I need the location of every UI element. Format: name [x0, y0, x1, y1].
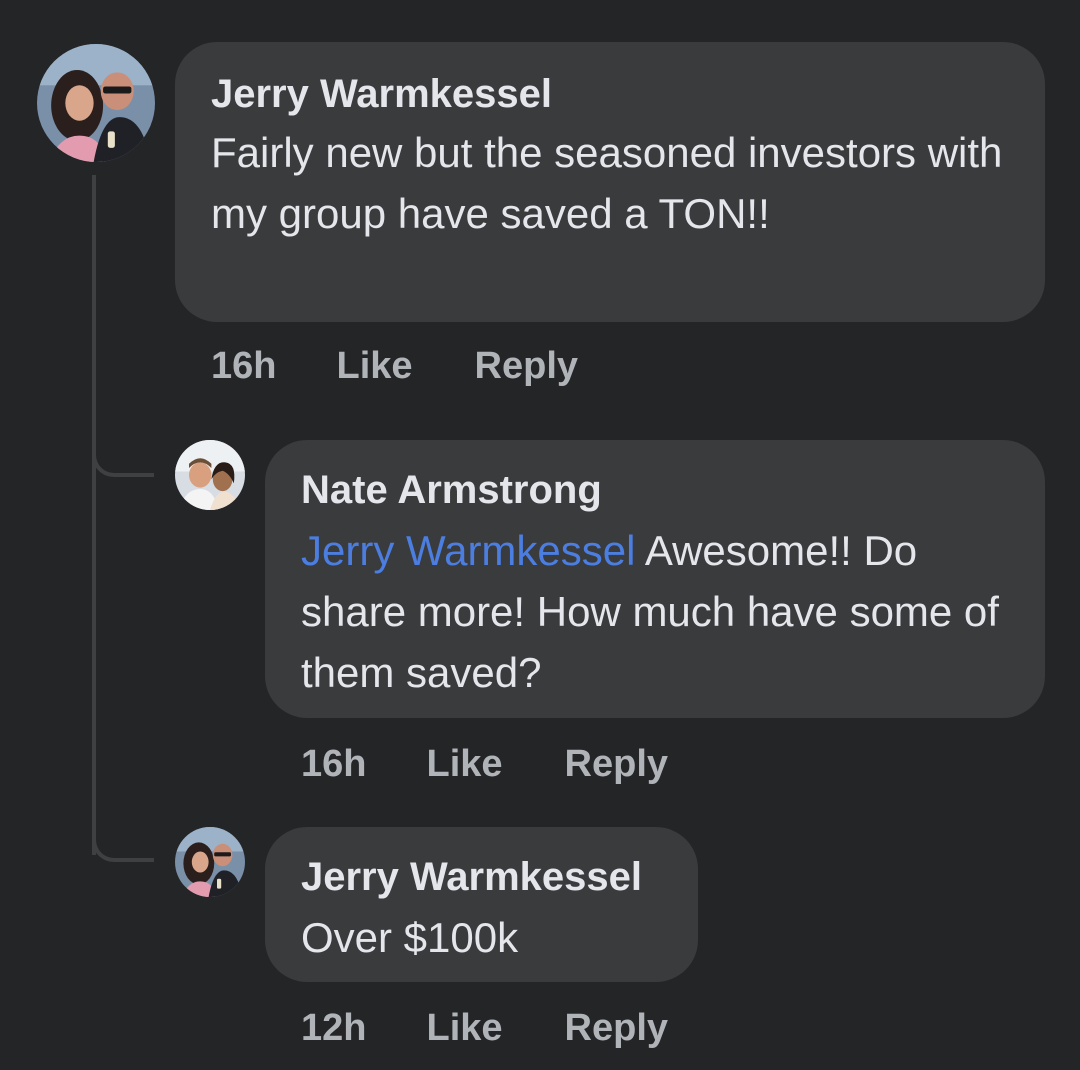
thread-connector: [92, 832, 154, 862]
comment-timestamp[interactable]: 16h: [301, 742, 366, 786]
avatar[interactable]: [37, 44, 155, 162]
comment-timestamp[interactable]: 16h: [211, 344, 276, 388]
comment-text: Fairly new but the seasoned investors wi…: [211, 129, 1003, 237]
comment-author[interactable]: Jerry Warmkessel: [301, 853, 662, 901]
comment-actions: 16h Like Reply: [211, 344, 578, 388]
comment-bubble: Jerry Warmkessel Fairly new but the seas…: [175, 42, 1045, 322]
mention-link[interactable]: Jerry Warmkessel: [301, 527, 635, 574]
like-button[interactable]: Like: [426, 742, 502, 786]
comment-bubble: Nate Armstrong Jerry Warmkessel Awesome!…: [265, 440, 1045, 718]
reply-button[interactable]: Reply: [565, 742, 668, 786]
comment-text: Jerry Warmkessel Awesome!! Do share more…: [301, 520, 1011, 703]
thread-line: [92, 175, 96, 855]
reply-button[interactable]: Reply: [475, 344, 578, 388]
like-button[interactable]: Like: [426, 1006, 502, 1050]
comment-actions: 16h Like Reply: [301, 742, 668, 786]
comment-bubble: Jerry Warmkessel Over $100k: [265, 827, 698, 982]
avatar[interactable]: [175, 827, 245, 897]
comment-author[interactable]: Nate Armstrong: [301, 466, 1009, 514]
comment-timestamp[interactable]: 12h: [301, 1006, 366, 1050]
like-button[interactable]: Like: [336, 344, 412, 388]
comment-author[interactable]: Jerry Warmkessel: [211, 70, 1009, 118]
comment-text: Over $100k: [301, 914, 519, 961]
thread-connector: [92, 447, 154, 477]
avatar-photo-icon: [175, 440, 245, 510]
reply-button[interactable]: Reply: [565, 1006, 668, 1050]
avatar-photo-icon: [175, 827, 245, 897]
avatar-photo-icon: [37, 44, 155, 162]
comment-actions: 12h Like Reply: [301, 1006, 668, 1050]
avatar[interactable]: [175, 440, 245, 510]
